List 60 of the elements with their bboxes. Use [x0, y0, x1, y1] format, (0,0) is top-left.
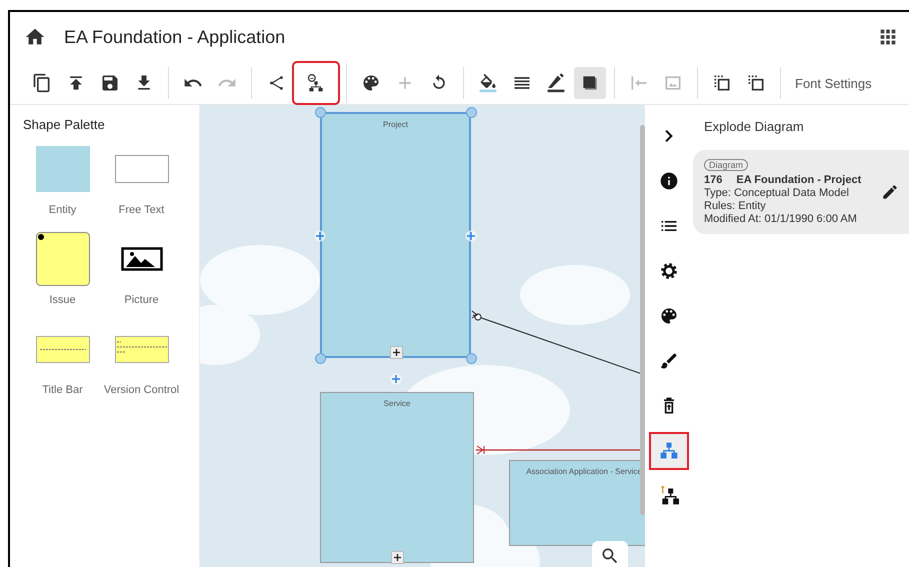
- scrollbar[interactable]: [640, 125, 645, 515]
- expand-icon[interactable]: [391, 551, 404, 564]
- palette-item[interactable]: Version Control: [102, 324, 181, 396]
- palette-item-label: Free Text: [118, 204, 164, 216]
- search-icon: [600, 546, 620, 566]
- fill-icon: [478, 73, 498, 93]
- pencil-icon: [546, 73, 566, 93]
- entity-shape[interactable]: Project: [320, 112, 471, 358]
- palette-item[interactable]: Picture: [102, 234, 181, 306]
- add-point-icon[interactable]: [314, 229, 326, 241]
- copy-icon: [32, 73, 52, 93]
- diagram-name: EA Foundation - Project: [736, 174, 862, 186]
- window-title: EA Foundation - Application: [64, 26, 286, 48]
- expand-icon[interactable]: [390, 346, 402, 359]
- hierarchy-icon: [659, 441, 679, 461]
- add-point-icon[interactable]: [390, 372, 402, 384]
- palette-item-label: Title Bar: [42, 384, 83, 396]
- edit-button[interactable]: [881, 183, 899, 201]
- chevron-right-icon: [665, 130, 673, 142]
- panel-title: Explode Diagram: [703, 119, 805, 134]
- palette-icon: [361, 73, 381, 93]
- version-control-thumbnail: [114, 336, 168, 362]
- entity-name: Service: [382, 398, 412, 408]
- palette-item[interactable]: Entity: [23, 144, 102, 216]
- text-box-shape: [114, 155, 168, 183]
- note-shape: [36, 232, 90, 286]
- palette-item-label: Version Control: [104, 384, 180, 396]
- resize-handle[interactable]: [315, 107, 326, 118]
- palette-item-label: Issue: [49, 294, 76, 306]
- hierarchy-up-icon: [659, 486, 679, 506]
- palette-icon: [659, 306, 679, 326]
- entity-shape: [36, 146, 90, 192]
- shadow-button[interactable]: [574, 67, 606, 99]
- diagram-modified: Modified At: 01/1/1990 6:00 AM: [704, 213, 858, 225]
- save-icon: [100, 73, 120, 93]
- settings-icon: [659, 261, 679, 281]
- palette-title: Shape Palette: [23, 117, 106, 132]
- entity-name: Project: [382, 119, 409, 129]
- search-button[interactable]: [592, 541, 628, 567]
- add-point-icon[interactable]: [465, 229, 477, 241]
- palette-item-label: Picture: [124, 294, 159, 306]
- palette-item[interactable]: Issue: [23, 234, 102, 306]
- palette-item[interactable]: Title Bar: [23, 324, 102, 396]
- pencil-icon: [881, 183, 899, 201]
- diagram-type: Type: Conceptual Data Model: [704, 187, 850, 199]
- resize-handle[interactable]: [466, 107, 477, 118]
- diagram-id: 176: [704, 174, 722, 186]
- palette-item[interactable]: Free Text: [102, 144, 181, 216]
- diagram-tag: Diagram: [704, 159, 748, 171]
- palette-item-label: Entity: [48, 204, 76, 216]
- info-icon: [659, 171, 679, 191]
- brush-icon: [659, 351, 679, 371]
- title-bar-thumbnail: [36, 336, 90, 362]
- hierarchy-button[interactable]: [294, 63, 338, 103]
- entity-shape[interactable]: Service: [320, 392, 474, 563]
- font-settings-button[interactable]: Font Settings: [781, 76, 872, 90]
- diagram-rules: Rules: Entity: [704, 200, 767, 212]
- mountain-picture-icon: [120, 247, 162, 271]
- resize-handle[interactable]: [466, 353, 477, 364]
- resize-handle[interactable]: [315, 353, 326, 364]
